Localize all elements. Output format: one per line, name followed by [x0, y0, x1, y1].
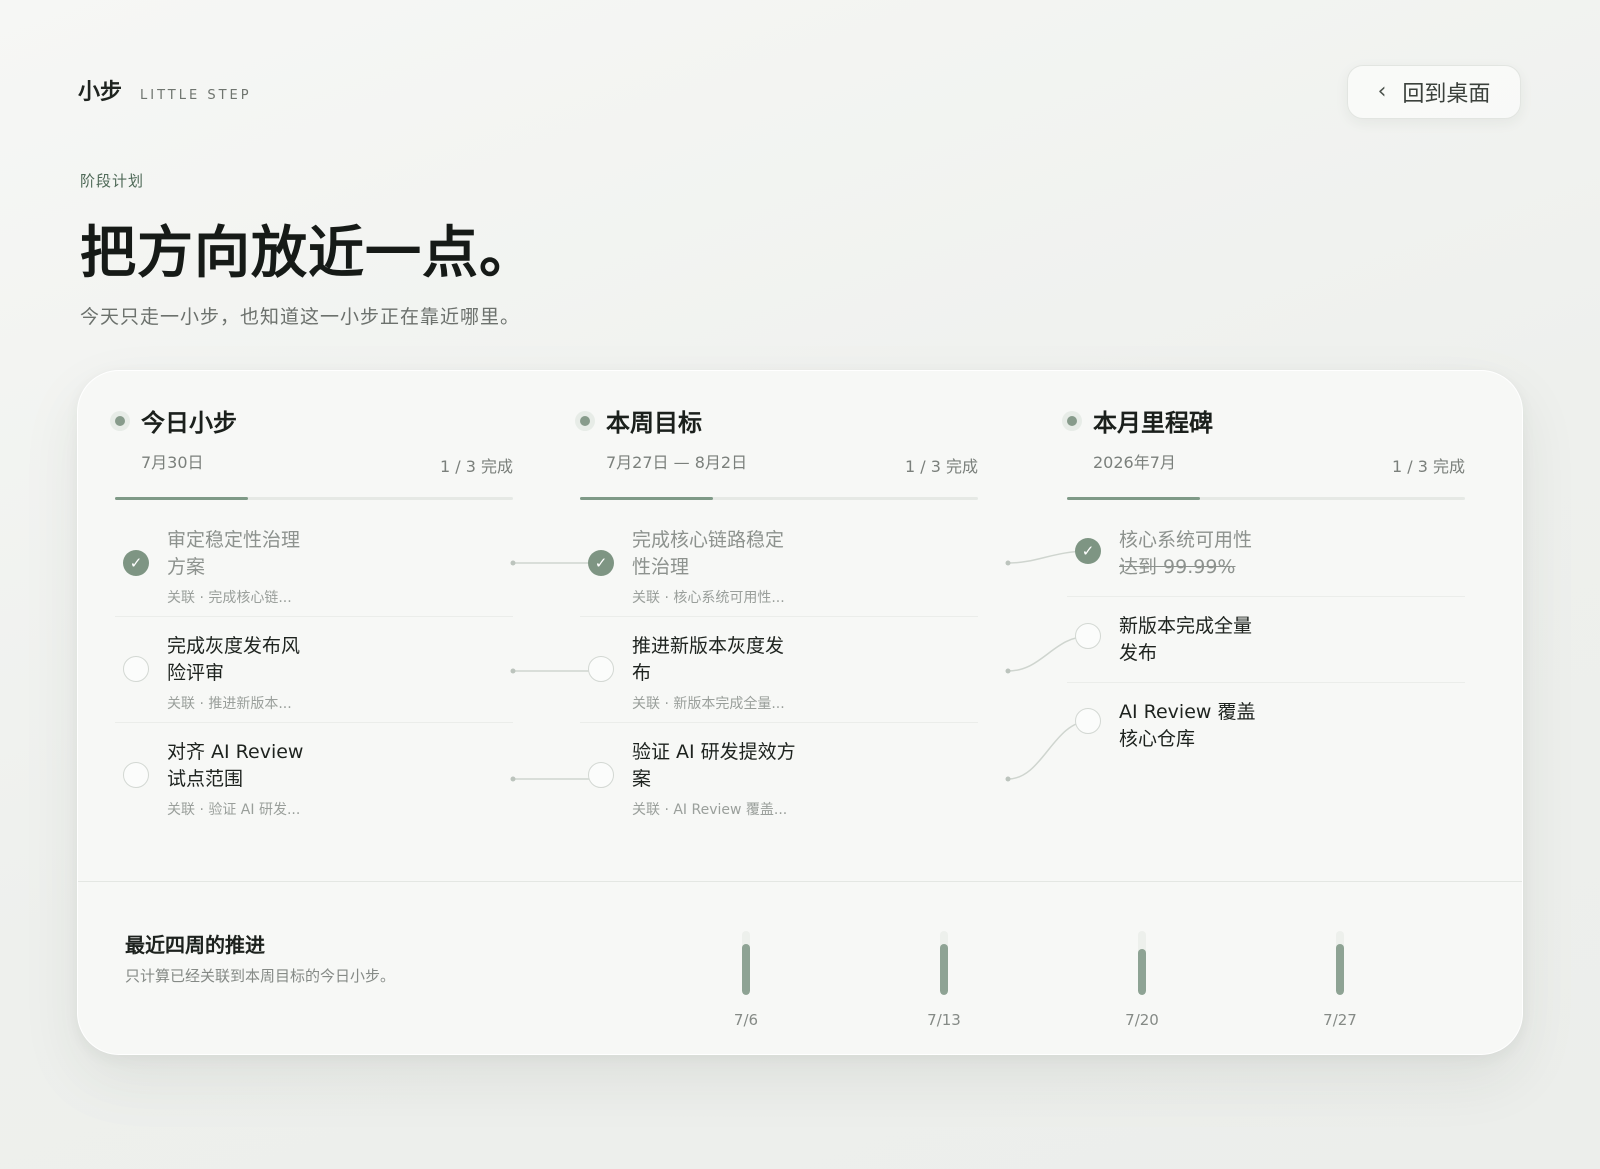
task-item[interactable]: ✓ 完成核心链路稳定 性治理 关联 · 核心系统可用性... — [580, 511, 978, 617]
task-title-line: 完成灰度发布风 — [167, 635, 301, 657]
task-title-line: 审定稳定性治理 — [167, 529, 301, 551]
week-bar-track — [940, 931, 948, 995]
week-bar-track — [742, 931, 750, 995]
task-item[interactable]: 新版本完成全量 发布 — [1067, 597, 1465, 683]
task-title: 对齐 AI Review 试点范围 — [167, 739, 317, 793]
column-count: 1 / 3 完成 — [439, 457, 513, 476]
back-button-label: 回到桌面 — [1402, 82, 1491, 107]
column-date: 7月27日 — 8月2日 — [606, 453, 748, 472]
task-title-line: 完成核心链路稳定 — [632, 529, 785, 551]
chevron-left-icon: ‹ — [1377, 79, 1387, 104]
task-link: 关联 · 新版本完成全量... — [632, 696, 785, 712]
task-item[interactable]: 验证 AI 研发提效方 案 关联 · AI Review 覆盖... — [580, 723, 978, 829]
connector-dot — [1005, 776, 1011, 782]
connector-dot — [1005, 560, 1011, 566]
task-title: 完成灰度发布风 险评审 — [167, 633, 317, 687]
column-count: 1 / 3 完成 — [904, 457, 978, 476]
task-item[interactable]: ✓ 核心系统可用性 达到 99.99% — [1067, 511, 1465, 597]
task-title: 验证 AI 研发提效方 案 — [632, 739, 812, 793]
column-title: 今日小步 — [141, 409, 237, 437]
checkmark-icon[interactable]: ✓ — [123, 550, 149, 576]
plan-card: 今日小步 7月30日 1 / 3 完成 ✓ 审定稳定性治理 方案 关联 · 完成… — [77, 370, 1523, 1055]
page-title: 把方向放近一点。 — [80, 221, 536, 286]
brand: 小步 LITTLE STEP — [78, 74, 252, 106]
column-title: 本周目标 — [606, 409, 702, 437]
week-label: 7/6 — [733, 1011, 759, 1029]
brand-name: 小步 — [78, 80, 123, 105]
empty-circle-icon[interactable] — [123, 656, 149, 682]
task-title-line: 发布 — [1119, 642, 1158, 664]
column-title: 本月里程碑 — [1093, 409, 1213, 437]
empty-circle-icon[interactable] — [588, 656, 614, 682]
column-dot-icon — [1067, 416, 1077, 426]
empty-circle-icon[interactable] — [1075, 623, 1101, 649]
week-bar-track — [1336, 931, 1344, 995]
column-count: 1 / 3 完成 — [1391, 457, 1465, 476]
column-dot-icon — [115, 416, 125, 426]
column-date: 2026年7月 — [1093, 453, 1176, 472]
column-dot-icon — [580, 416, 590, 426]
task-title-line: 试点范围 — [167, 768, 244, 790]
task-title-line: 险评审 — [167, 662, 225, 684]
week-label: 7/27 — [1323, 1011, 1357, 1029]
task-link: 关联 · AI Review 覆盖... — [632, 802, 788, 818]
task-title-line: 性治理 — [632, 556, 690, 578]
back-to-desktop-button[interactable]: ‹ 回到桌面 — [1347, 65, 1521, 119]
week-bar-fill — [742, 943, 750, 995]
empty-circle-icon[interactable] — [588, 762, 614, 788]
task-item[interactable]: ✓ 审定稳定性治理 方案 关联 · 完成核心链... — [115, 511, 513, 617]
task-title-line: 核心仓库 — [1119, 728, 1196, 750]
section-eyebrow: 阶段计划 — [80, 172, 145, 190]
page-subtitle: 今天只走一小步，也知道这一小步正在靠近哪里。 — [80, 306, 521, 328]
task-title-line: AI Review 覆盖 — [1119, 701, 1256, 723]
week-label: 7/20 — [1125, 1011, 1159, 1029]
week-bar-fill — [940, 943, 948, 995]
column-progress-fill — [1067, 497, 1200, 500]
task-link: 关联 · 验证 AI 研发... — [167, 802, 301, 818]
checkmark-icon[interactable]: ✓ — [1075, 538, 1101, 564]
empty-circle-icon[interactable] — [123, 762, 149, 788]
column-progress-fill — [580, 497, 713, 500]
column-progress-bar — [1067, 497, 1465, 500]
week-bar-track — [1138, 931, 1146, 995]
task-item[interactable]: AI Review 覆盖 核心仓库 — [1067, 683, 1465, 769]
task-title-line: 布 — [632, 662, 652, 684]
task-title: 核心系统可用性 达到 99.99% — [1119, 527, 1269, 581]
column-progress-bar — [115, 497, 513, 500]
task-item[interactable]: 完成灰度发布风 险评审 关联 · 推进新版本... — [115, 617, 513, 723]
card-divider — [78, 881, 1522, 882]
task-link: 关联 · 核心系统可用性... — [632, 590, 785, 606]
task-title: 新版本完成全量 发布 — [1119, 613, 1269, 667]
column-progress-fill — [115, 497, 248, 500]
task-link: 关联 · 完成核心链... — [167, 590, 292, 606]
empty-circle-icon[interactable] — [1075, 708, 1101, 734]
week-label: 7/13 — [927, 1011, 961, 1029]
task-title-line: 对齐 AI Review — [167, 741, 304, 763]
task-title-line: 推进新版本灰度发 — [632, 635, 785, 657]
task-title-line: 核心系统可用性 — [1119, 529, 1253, 551]
task-title-line: 案 — [632, 768, 652, 790]
task-title-line: 验证 AI 研发提效方 — [632, 741, 796, 763]
week-bar-fill — [1336, 943, 1344, 995]
brand-subtitle: LITTLE STEP — [140, 88, 252, 103]
recent-subtitle: 只计算已经关联到本周目标的今日小步。 — [125, 967, 396, 985]
column-progress-bar — [580, 497, 978, 500]
task-title: 审定稳定性治理 方案 — [167, 527, 317, 581]
task-title-line: 达到 99.99% — [1119, 556, 1236, 578]
task-item[interactable]: 推进新版本灰度发 布 关联 · 新版本完成全量... — [580, 617, 978, 723]
task-item[interactable]: 对齐 AI Review 试点范围 关联 · 验证 AI 研发... — [115, 723, 513, 829]
task-link: 关联 · 推进新版本... — [167, 696, 292, 712]
column-date: 7月30日 — [141, 453, 204, 472]
week-bar-fill — [1138, 948, 1146, 995]
task-title: 推进新版本灰度发 布 — [632, 633, 802, 687]
connector-dot — [1005, 668, 1011, 674]
task-title: 完成核心链路稳定 性治理 — [632, 527, 802, 581]
recent-title: 最近四周的推进 — [125, 933, 265, 957]
task-title-line: 新版本完成全量 — [1119, 615, 1253, 637]
task-title-line: 方案 — [167, 556, 206, 578]
checkmark-icon[interactable]: ✓ — [588, 550, 614, 576]
task-title: AI Review 覆盖 核心仓库 — [1119, 699, 1269, 753]
